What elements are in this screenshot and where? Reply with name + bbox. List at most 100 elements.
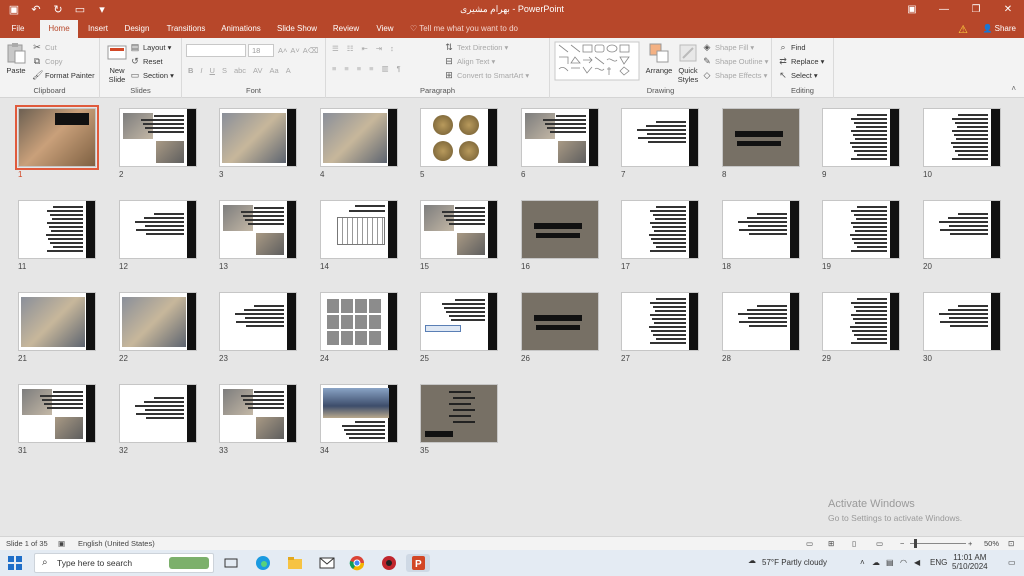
slide-thumbnail[interactable] xyxy=(420,200,498,259)
align-text-button[interactable]: ⊟ Align Text ▾ xyxy=(444,56,495,66)
task-view-icon[interactable] xyxy=(222,554,240,572)
shape-fill-button[interactable]: ◈ Shape Fill ▾ xyxy=(702,42,755,52)
normal-view-icon[interactable]: ▭ xyxy=(806,539,813,548)
slide-thumbnail[interactable] xyxy=(822,200,900,259)
cloud-icon[interactable]: ☁ xyxy=(872,558,880,567)
slide-thumbnail[interactable] xyxy=(119,108,197,167)
weather-text[interactable]: 57°F Partly cloudy xyxy=(762,558,827,567)
powerpoint-taskbar-icon[interactable]: P xyxy=(406,554,430,572)
char-spacing-icon[interactable]: AV xyxy=(253,66,262,75)
slide-thumbnail[interactable] xyxy=(621,108,699,167)
rtl-icon[interactable]: ¶ xyxy=(397,64,401,73)
strikethrough-abc-icon[interactable]: abc xyxy=(234,66,246,75)
slide-thumbnail[interactable] xyxy=(822,292,900,351)
slide-thumbnail[interactable] xyxy=(521,200,599,259)
replace-button[interactable]: ⇄ Replace ▾ xyxy=(778,56,824,66)
slide-thumbnail[interactable] xyxy=(219,108,297,167)
zoom-slider[interactable] xyxy=(910,543,966,544)
line-spacing-icon[interactable]: ↕ xyxy=(390,44,394,53)
slide-thumbnail[interactable] xyxy=(18,292,96,351)
slide-thumbnail[interactable] xyxy=(621,292,699,351)
new-slide-button[interactable]: New Slide xyxy=(104,42,130,84)
fit-slide-icon[interactable]: ⊡ xyxy=(1008,539,1014,548)
tab-animations[interactable]: Animations xyxy=(216,20,266,38)
select-button[interactable]: ↖ Select ▾ xyxy=(778,70,817,80)
slide-thumbnail[interactable] xyxy=(219,200,297,259)
slide-thumbnail[interactable] xyxy=(320,292,398,351)
slide-thumbnail[interactable] xyxy=(722,200,800,259)
slide-thumbnail[interactable] xyxy=(320,200,398,259)
zoom-in-icon[interactable]: + xyxy=(968,539,972,548)
file-explorer-icon[interactable] xyxy=(286,554,304,572)
quick-styles-button[interactable]: Quick Styles xyxy=(674,42,702,84)
columns-icon[interactable]: ▥ xyxy=(382,64,389,73)
slide-thumbnail[interactable] xyxy=(420,108,498,167)
zoom-thumb[interactable] xyxy=(914,539,917,548)
restore-icon[interactable]: ❐ xyxy=(960,0,992,20)
windows-start-icon[interactable] xyxy=(8,556,22,570)
ribbon-display-icon[interactable]: ▣ xyxy=(896,0,928,20)
slide-thumbnail[interactable] xyxy=(923,200,1001,259)
cut-button[interactable]: ✂ Cut xyxy=(32,42,56,52)
taskbar-search[interactable]: ⌕ Type here to search xyxy=(34,553,214,573)
clock[interactable]: 11:01 AM 5/10/2024 xyxy=(952,553,988,571)
shrink-font-icon[interactable]: A˅ xyxy=(290,46,299,55)
arrange-button[interactable]: Arrange xyxy=(644,42,674,75)
underline-icon[interactable]: U xyxy=(210,66,215,75)
slide-thumbnail[interactable] xyxy=(320,108,398,167)
slide-thumbnail[interactable] xyxy=(119,292,197,351)
find-button[interactable]: ⌕ Find xyxy=(778,42,805,52)
decrease-indent-icon[interactable]: ⇤ xyxy=(361,44,367,53)
align-left-icon[interactable]: ≡ xyxy=(332,64,336,73)
show-hidden-icons[interactable]: ˄ xyxy=(860,558,865,567)
zoom-level[interactable]: 50% xyxy=(984,539,999,548)
numbering-icon[interactable]: ☷ xyxy=(347,44,354,53)
mail-icon[interactable] xyxy=(318,554,336,572)
slide-thumbnail[interactable] xyxy=(119,200,197,259)
format-painter-button[interactable]: 🖌 Format Painter xyxy=(32,70,95,80)
tab-view[interactable]: View xyxy=(370,20,400,38)
wifi-icon[interactable]: ◠ xyxy=(900,558,907,567)
slide-thumbnail[interactable] xyxy=(923,108,1001,167)
warning-icon[interactable]: ⚠ xyxy=(958,23,968,36)
tab-slide-show[interactable]: Slide Show xyxy=(274,20,320,38)
slide-thumbnail[interactable] xyxy=(923,292,1001,351)
close-icon[interactable]: ✕ xyxy=(992,0,1024,20)
slide-thumbnail[interactable] xyxy=(420,292,498,351)
shape-outline-button[interactable]: ✎ Shape Outline ▾ xyxy=(702,56,768,66)
shape-effects-button[interactable]: ◇ Shape Effects ▾ xyxy=(702,70,768,80)
italic-icon[interactable]: I xyxy=(200,66,202,75)
slide-thumbnail[interactable] xyxy=(320,384,398,443)
tab-design[interactable]: Design xyxy=(120,20,154,38)
align-center-icon[interactable]: ≡ xyxy=(344,64,348,73)
slide-thumbnail[interactable] xyxy=(15,105,99,170)
network-icon[interactable]: ▤ xyxy=(886,558,894,567)
slide-thumbnail[interactable] xyxy=(219,292,297,351)
slide-thumbnail[interactable] xyxy=(18,384,96,443)
reset-button[interactable]: ↺ Reset xyxy=(130,56,162,66)
increase-indent-icon[interactable]: ⇥ xyxy=(376,44,382,53)
change-case-icon[interactable]: Aa xyxy=(270,66,279,75)
slide-thumbnail[interactable] xyxy=(822,108,900,167)
slide-thumbnail[interactable] xyxy=(722,292,800,351)
slide-thumbnail[interactable] xyxy=(722,108,800,167)
slideshow-view-icon[interactable]: ▭ xyxy=(876,539,883,548)
edge-icon[interactable] xyxy=(254,554,272,572)
reading-view-icon[interactable]: ▯ xyxy=(852,539,856,548)
convert-smartart-button[interactable]: ⊞ Convert to SmartArt ▾ xyxy=(444,70,529,80)
clear-format-icon[interactable]: A⌫ xyxy=(303,46,319,55)
tell-me-box[interactable]: ♡ Tell me what you want to do xyxy=(410,20,518,38)
weather-icon[interactable]: ☁ xyxy=(748,556,756,565)
tab-home[interactable]: Home xyxy=(40,20,78,38)
justify-icon[interactable]: ≡ xyxy=(369,64,373,73)
font-color-icon[interactable]: A xyxy=(286,66,291,75)
volume-icon[interactable]: ◀ xyxy=(914,558,920,567)
share-button[interactable]: 👤 Share xyxy=(982,20,1016,38)
notifications-icon[interactable]: ▭ xyxy=(1008,558,1016,567)
spellcheck-icon[interactable]: ▣ xyxy=(58,539,65,548)
slide-thumbnail[interactable] xyxy=(521,108,599,167)
slide-thumbnail[interactable] xyxy=(420,384,498,443)
copy-button[interactable]: ⧉ Copy xyxy=(32,56,63,66)
chrome-icon[interactable] xyxy=(348,554,366,572)
tab-insert[interactable]: Insert xyxy=(82,20,114,38)
